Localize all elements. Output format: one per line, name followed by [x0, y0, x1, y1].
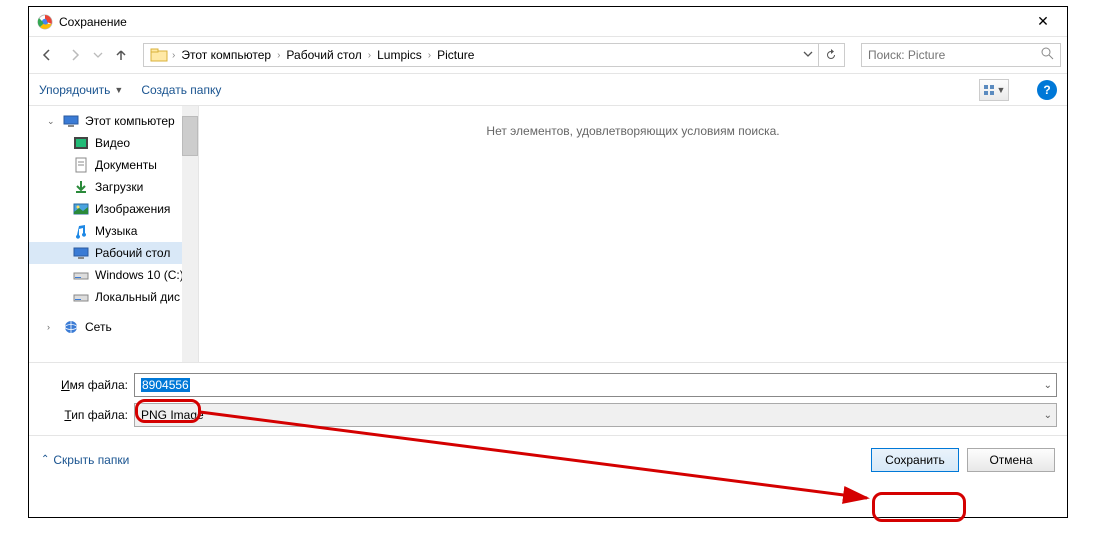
chevron-up-icon: ⌃: [41, 454, 49, 465]
back-button[interactable]: [35, 43, 59, 67]
breadcrumb[interactable]: › Этот компьютер › Рабочий стол › Lumpic…: [143, 43, 845, 67]
filename-history-dropdown[interactable]: ⌄: [1044, 380, 1052, 391]
chevron-down-icon: ▼: [114, 85, 123, 95]
tree-item-drive-local[interactable]: Локальный дис: [29, 286, 198, 308]
breadcrumb-item[interactable]: Этот компьютер: [175, 48, 277, 62]
view-options-button[interactable]: ▼: [979, 79, 1009, 101]
breadcrumb-item[interactable]: Lumpics: [371, 48, 428, 62]
window-title: Сохранение: [59, 15, 1027, 29]
file-list-area: Нет элементов, удовлетворяющих условиям …: [199, 106, 1067, 362]
new-folder-label: Создать папку: [141, 83, 221, 97]
filename-input[interactable]: 8904556: [141, 378, 190, 392]
save-button[interactable]: Сохранить: [871, 448, 959, 472]
empty-message: Нет элементов, удовлетворяющих условиям …: [486, 124, 779, 362]
tree-item-pictures[interactable]: Изображения: [29, 198, 198, 220]
search-input[interactable]: [868, 48, 1041, 62]
tree-label: Видео: [95, 136, 130, 150]
refresh-button[interactable]: [818, 43, 842, 67]
computer-icon: [63, 113, 79, 129]
tree-item-desktop[interactable]: Рабочий стол: [29, 242, 198, 264]
breadcrumb-item[interactable]: Picture: [431, 48, 480, 62]
drive-icon: [73, 267, 89, 283]
filetype-label: Тип файла:: [39, 408, 134, 422]
search-input-container[interactable]: [861, 43, 1061, 67]
tree-label: Рабочий стол: [95, 246, 170, 260]
tree-item-music[interactable]: Музыка: [29, 220, 198, 242]
drive-icon: [73, 289, 89, 305]
tree-label: Изображения: [95, 202, 170, 216]
up-button[interactable]: [109, 43, 133, 67]
filetype-dropdown[interactable]: ⌄: [1044, 410, 1052, 421]
expand-icon[interactable]: ›: [47, 322, 57, 332]
expand-icon[interactable]: ⌄: [47, 116, 57, 127]
tree-label: Этот компьютер: [85, 114, 175, 128]
folder-icon: [150, 46, 168, 64]
close-button[interactable]: ✕: [1027, 13, 1059, 30]
tree-label: Windows 10 (C:): [95, 268, 184, 282]
tree-item-this-pc[interactable]: ⌄ Этот компьютер: [29, 110, 198, 132]
history-dropdown[interactable]: [798, 48, 818, 62]
tree-label: Документы: [95, 158, 157, 172]
tree-item-documents[interactable]: Документы: [29, 154, 198, 176]
app-icon: [37, 14, 53, 30]
organize-menu[interactable]: Упорядочить ▼: [39, 83, 123, 97]
network-icon: [63, 319, 79, 335]
filename-input-wrap[interactable]: 8904556 ⌄: [134, 373, 1057, 397]
scrollbar-thumb[interactable]: [182, 116, 198, 156]
tree-label: Музыка: [95, 224, 137, 238]
tree-label: Загрузки: [95, 180, 143, 194]
hide-folders-toggle[interactable]: ⌃ Скрыть папки: [41, 453, 129, 467]
organize-label: Упорядочить: [39, 83, 110, 97]
search-icon[interactable]: [1041, 47, 1054, 63]
tree-label: Локальный дис: [95, 290, 180, 304]
filetype-value: PNG Image: [141, 408, 204, 422]
download-icon: [73, 179, 89, 195]
filetype-combo[interactable]: PNG Image ⌄: [134, 403, 1057, 427]
sidebar-scrollbar[interactable]: [182, 106, 198, 362]
hide-folders-label: Скрыть папки: [53, 453, 129, 467]
help-button[interactable]: ?: [1037, 80, 1057, 100]
filename-label: Имя файла:: [39, 378, 134, 392]
chevron-down-icon: ▼: [997, 85, 1006, 95]
document-icon: [73, 157, 89, 173]
tree-item-network[interactable]: › Сеть: [29, 316, 198, 338]
tree-item-downloads[interactable]: Загрузки: [29, 176, 198, 198]
tree-item-videos[interactable]: Видео: [29, 132, 198, 154]
new-folder-button[interactable]: Создать папку: [141, 83, 221, 97]
navigation-tree[interactable]: ⌄ Этот компьютер Видео Документы Загрузк…: [29, 106, 199, 362]
music-icon: [73, 223, 89, 239]
forward-button[interactable]: [63, 43, 87, 67]
cancel-button[interactable]: Отмена: [967, 448, 1055, 472]
desktop-icon: [73, 245, 89, 261]
recent-dropdown[interactable]: [91, 43, 105, 67]
picture-icon: [73, 201, 89, 217]
breadcrumb-item[interactable]: Рабочий стол: [280, 48, 367, 62]
tree-item-drive-c[interactable]: Windows 10 (C:): [29, 264, 198, 286]
video-icon: [73, 135, 89, 151]
tree-label: Сеть: [85, 320, 112, 334]
